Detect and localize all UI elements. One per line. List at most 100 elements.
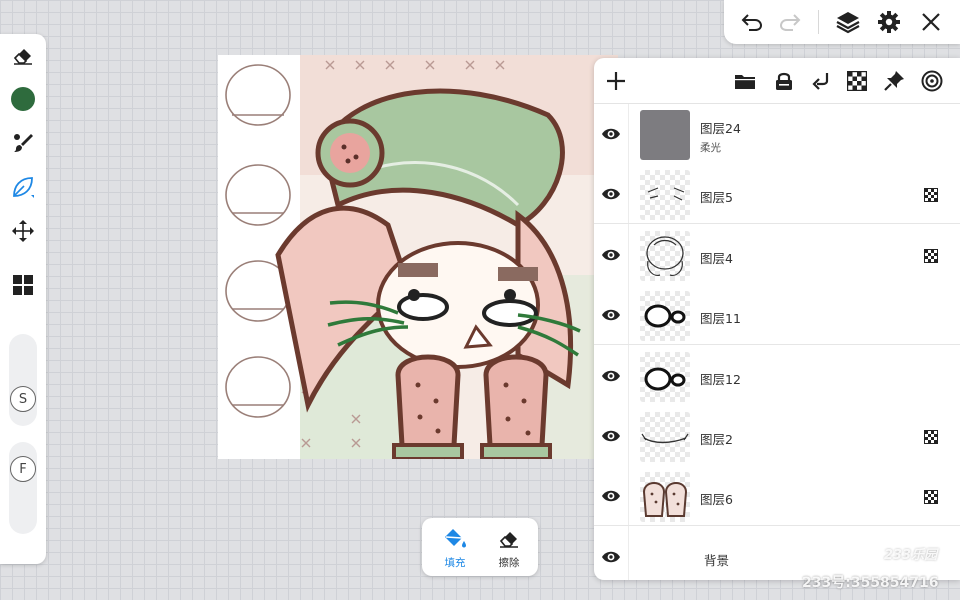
size-slider-handle[interactable]: S bbox=[10, 386, 36, 412]
layer-thumbnail bbox=[640, 412, 690, 462]
visibility-toggle[interactable] bbox=[600, 123, 622, 145]
close-icon bbox=[922, 13, 940, 31]
grid-icon bbox=[13, 275, 33, 295]
left-tool-panel: S F bbox=[0, 34, 46, 564]
fill-label: 填充 bbox=[444, 557, 466, 569]
folder-icon bbox=[735, 75, 755, 89]
fill-button[interactable]: 填充 bbox=[431, 524, 479, 570]
current-color-swatch bbox=[11, 87, 35, 111]
undo-button[interactable] bbox=[738, 8, 766, 36]
drawing-canvas[interactable] bbox=[218, 55, 618, 459]
layers-panel-header bbox=[594, 58, 960, 104]
reference-layer-button[interactable] bbox=[918, 67, 946, 95]
lock-icon bbox=[776, 72, 792, 90]
pin-layer-button[interactable] bbox=[880, 67, 908, 95]
alpha-lock-toggle[interactable] bbox=[924, 187, 938, 202]
close-button[interactable] bbox=[917, 8, 945, 36]
visibility-toggle[interactable] bbox=[600, 485, 622, 507]
transparency-button[interactable] bbox=[843, 67, 871, 95]
alpha-lock-toggle[interactable] bbox=[924, 489, 938, 504]
layers-button[interactable] bbox=[834, 8, 862, 36]
visibility-toggle[interactable] bbox=[600, 546, 622, 568]
move-icon bbox=[12, 220, 34, 242]
layer-thumbnail bbox=[640, 291, 690, 341]
layer-row[interactable]: 图层11 bbox=[594, 285, 960, 345]
watermark-text: 233号:355854716 bbox=[802, 575, 939, 591]
add-icon bbox=[607, 72, 625, 90]
merge-down-button[interactable] bbox=[807, 67, 835, 95]
layer-row[interactable]: 图层4 bbox=[594, 225, 960, 285]
eraser-icon bbox=[13, 49, 32, 65]
gear-icon bbox=[878, 11, 900, 33]
checker-icon bbox=[847, 71, 867, 91]
eraser-icon bbox=[499, 532, 518, 548]
target-icon bbox=[921, 70, 943, 92]
layer-thumbnail bbox=[640, 231, 690, 281]
layers-icon bbox=[836, 12, 860, 34]
visibility-toggle[interactable] bbox=[600, 365, 622, 387]
smudge-tool-button[interactable] bbox=[8, 172, 38, 202]
brush-icon bbox=[14, 134, 33, 152]
visibility-toggle[interactable] bbox=[600, 425, 622, 447]
leaf-smudge-icon bbox=[13, 177, 34, 198]
alpha-lock-toggle[interactable] bbox=[924, 248, 938, 263]
redo-button[interactable] bbox=[776, 8, 804, 36]
layer-name: 图层12 bbox=[700, 372, 741, 387]
merge-down-icon bbox=[812, 73, 829, 90]
checker-icon bbox=[924, 249, 938, 263]
visibility-toggle[interactable] bbox=[600, 244, 622, 266]
layer-row[interactable]: 图层6 bbox=[594, 466, 960, 526]
fill-erase-toolbar: 填充 擦除 bbox=[422, 518, 538, 576]
move-tool-button[interactable] bbox=[8, 216, 38, 246]
redo-icon bbox=[779, 14, 801, 31]
eye-icon bbox=[602, 430, 620, 442]
color-picker-button[interactable] bbox=[8, 84, 38, 114]
eye-icon bbox=[602, 370, 620, 382]
undo-icon bbox=[741, 14, 763, 31]
lock-layer-button[interactable] bbox=[770, 67, 798, 95]
settings-button[interactable] bbox=[875, 8, 903, 36]
visibility-toggle[interactable] bbox=[600, 304, 622, 326]
eraser-tool-button[interactable] bbox=[8, 40, 38, 70]
canvas-artwork bbox=[218, 55, 618, 459]
add-layer-button[interactable] bbox=[602, 67, 630, 95]
layer-row[interactable]: 图层12 bbox=[594, 346, 960, 406]
brush-opacity-slider[interactable]: F bbox=[9, 442, 37, 534]
layer-row[interactable]: 图层5 bbox=[594, 164, 960, 224]
erase-label: 擦除 bbox=[498, 557, 520, 569]
eye-icon bbox=[602, 490, 620, 502]
brush-tool-button[interactable] bbox=[8, 128, 38, 158]
pin-icon bbox=[884, 71, 904, 91]
toolbar-divider bbox=[818, 10, 819, 34]
brush-size-slider[interactable]: S bbox=[9, 334, 37, 426]
checker-icon bbox=[924, 430, 938, 444]
erase-button[interactable]: 擦除 bbox=[485, 524, 533, 570]
eye-icon bbox=[602, 551, 620, 563]
checker-icon bbox=[924, 490, 938, 504]
paint-bucket-icon bbox=[445, 529, 466, 548]
layer-name: 背景 bbox=[704, 553, 730, 568]
layer-name: 图层5 bbox=[700, 190, 733, 205]
layer-name: 图层24 bbox=[700, 121, 741, 136]
layer-thumbnail bbox=[640, 170, 690, 220]
opacity-slider-handle[interactable]: F bbox=[10, 456, 36, 482]
layer-name: 图层6 bbox=[700, 492, 733, 507]
layer-name: 图层4 bbox=[700, 251, 733, 266]
eye-icon bbox=[602, 309, 620, 321]
layers-panel: 图层24 柔光 图层5 图层4 图层11 图层12 图层2 图层6 背景 bbox=[594, 58, 960, 580]
layer-blend-mode: 柔光 bbox=[700, 142, 721, 154]
layer-row[interactable]: 图层24 柔光 bbox=[594, 104, 960, 164]
visibility-toggle[interactable] bbox=[600, 183, 622, 205]
layer-name: 图层11 bbox=[700, 311, 741, 326]
eye-icon bbox=[602, 188, 620, 200]
top-toolbar bbox=[724, 0, 960, 44]
alpha-lock-toggle[interactable] bbox=[924, 429, 938, 444]
layer-name: 图层2 bbox=[700, 432, 733, 447]
layer-row[interactable]: 图层2 bbox=[594, 406, 960, 466]
eye-icon bbox=[602, 128, 620, 140]
watermark-logo: 233乐园 bbox=[884, 548, 938, 563]
layer-thumbnail bbox=[640, 352, 690, 402]
eye-icon bbox=[602, 249, 620, 261]
grid-tool-button[interactable] bbox=[8, 270, 38, 300]
new-group-button[interactable] bbox=[731, 67, 759, 95]
